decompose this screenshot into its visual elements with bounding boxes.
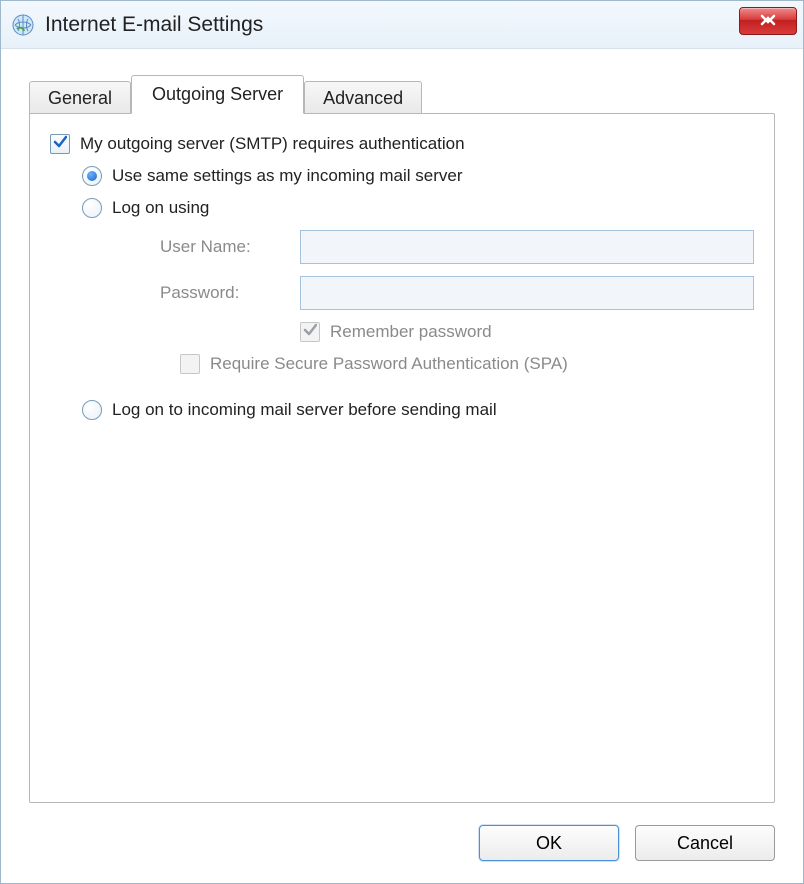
logon-using-row: Log on using xyxy=(82,198,754,218)
tab-advanced[interactable]: Advanced xyxy=(304,81,422,115)
username-label: User Name: xyxy=(160,237,300,257)
cancel-button[interactable]: Cancel xyxy=(635,825,775,861)
username-row: User Name: xyxy=(160,230,754,264)
app-icon xyxy=(11,13,35,37)
password-row: Password: xyxy=(160,276,754,310)
ok-button[interactable]: OK xyxy=(479,825,619,861)
remember-password-label: Remember password xyxy=(330,322,492,342)
require-spa-checkbox[interactable] xyxy=(180,354,200,374)
titlebar: Internet E-mail Settings xyxy=(1,1,803,49)
radio-dot-icon xyxy=(87,171,97,181)
close-icon xyxy=(759,11,777,31)
logon-using-radio[interactable] xyxy=(82,198,102,218)
tab-outgoing-server[interactable]: Outgoing Server xyxy=(131,75,304,114)
logon-incoming-label: Log on to incoming mail server before se… xyxy=(112,400,497,420)
dialog-buttons: OK Cancel xyxy=(479,825,775,861)
remember-password-checkbox[interactable] xyxy=(300,322,320,342)
internet-email-settings-dialog: Internet E-mail Settings General Outgoin… xyxy=(0,0,804,884)
checkmark-icon xyxy=(303,322,317,342)
close-button[interactable] xyxy=(739,7,797,35)
use-same-settings-radio[interactable] xyxy=(82,166,102,186)
logon-incoming-radio[interactable] xyxy=(82,400,102,420)
window-title: Internet E-mail Settings xyxy=(45,13,263,37)
password-input[interactable] xyxy=(300,276,754,310)
remember-password-row: Remember password xyxy=(300,322,754,342)
requires-auth-checkbox[interactable] xyxy=(50,134,70,154)
checkmark-icon xyxy=(53,134,67,154)
logon-using-label: Log on using xyxy=(112,198,209,218)
username-input[interactable] xyxy=(300,230,754,264)
tab-panel-outgoing-server: My outgoing server (SMTP) requires authe… xyxy=(29,113,775,803)
requires-auth-row: My outgoing server (SMTP) requires authe… xyxy=(50,134,754,154)
tab-container: General Outgoing Server Advanced My outg… xyxy=(1,49,803,804)
use-same-settings-label: Use same settings as my incoming mail se… xyxy=(112,166,463,186)
requires-auth-label: My outgoing server (SMTP) requires authe… xyxy=(80,134,465,154)
logon-incoming-row: Log on to incoming mail server before se… xyxy=(82,400,754,420)
use-same-settings-row: Use same settings as my incoming mail se… xyxy=(82,166,754,186)
require-spa-label: Require Secure Password Authentication (… xyxy=(210,354,568,374)
password-label: Password: xyxy=(160,283,300,303)
require-spa-row: Require Secure Password Authentication (… xyxy=(180,354,754,374)
tab-general[interactable]: General xyxy=(29,81,131,115)
tab-strip: General Outgoing Server Advanced xyxy=(29,75,775,114)
